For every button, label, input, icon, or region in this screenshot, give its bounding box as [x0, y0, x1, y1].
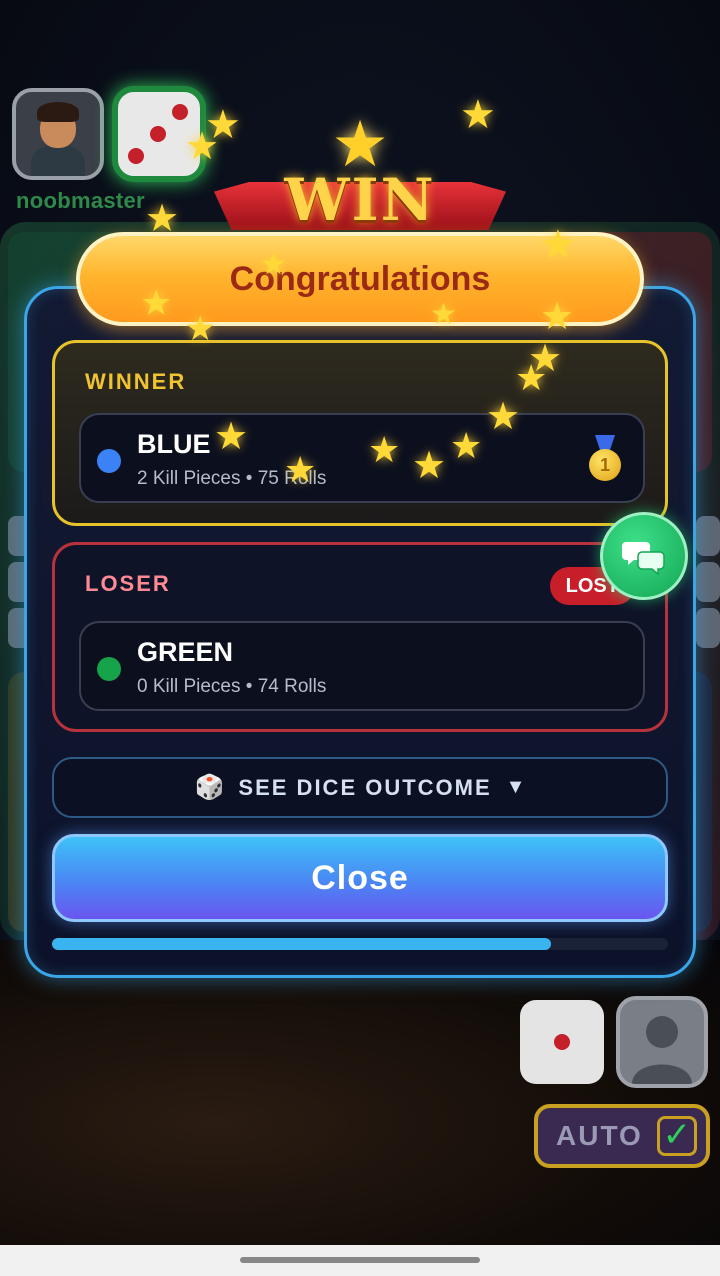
avatar-illustration: [29, 98, 87, 176]
chat-bubbles-icon: [622, 542, 665, 576]
gold-medal-icon: 1: [585, 435, 625, 481]
bottom-player-dice[interactable]: [520, 1000, 604, 1084]
congratulations-banner: Congratulations: [76, 232, 644, 326]
board-side-tab: [696, 608, 720, 648]
board-side-tab: [696, 516, 720, 556]
auto-close-progress: [52, 938, 668, 950]
ground-background: [0, 940, 720, 1245]
top-player-avatar[interactable]: [12, 88, 104, 180]
congratulations-title: Congratulations: [229, 259, 491, 298]
dice-outcome-label: SEE DICE OUTCOME: [238, 774, 492, 800]
close-label: Close: [311, 858, 409, 897]
crown-icon: ★: [331, 108, 389, 180]
home-gesture-handle[interactable]: [240, 1257, 480, 1263]
bottom-player-avatar[interactable]: [616, 996, 708, 1088]
check-icon: ✓: [656, 1116, 697, 1156]
dice-pip: [172, 104, 188, 120]
loser-color-name: GREEN: [137, 637, 234, 667]
win-badge: ★ WIN: [214, 108, 506, 234]
auto-label: AUTO: [556, 1120, 643, 1151]
blue-color-dot: [97, 449, 121, 473]
triangle-down-icon: ▼: [505, 776, 526, 798]
dice-pip: [554, 1034, 570, 1050]
dice-pip: [128, 148, 144, 164]
loser-card: LOSER LOST GREEN 0 Kill Pieces • 74 Roll…: [52, 542, 668, 732]
auto-play-toggle[interactable]: AUTO ✓: [534, 1104, 710, 1168]
dice-pip: [150, 126, 166, 142]
auto-close-progress-fill: [52, 938, 551, 950]
loser-heading: LOSER: [85, 571, 171, 596]
winner-color-name: BLUE: [137, 429, 211, 459]
winner-heading: WINNER: [85, 369, 187, 394]
dice-icon: 🎲: [194, 774, 225, 801]
close-button[interactable]: Close: [52, 834, 668, 922]
loser-stats: 0 Kill Pieces • 74 Rolls: [137, 676, 327, 697]
system-navigation-bar: [0, 1245, 720, 1276]
winner-card: WINNER BLUE 2 Kill Pieces • 75 Rolls 1: [52, 340, 668, 526]
board-side-tab: [696, 562, 720, 602]
top-player-dice[interactable]: [112, 86, 206, 182]
green-color-dot: [97, 657, 121, 681]
see-dice-outcome-button[interactable]: 🎲 SEE DICE OUTCOME ▼: [52, 757, 668, 818]
top-player-name: noobmaster: [16, 188, 145, 213]
loser-player-row: GREEN 0 Kill Pieces • 74 Rolls: [79, 621, 645, 711]
chat-button[interactable]: [600, 512, 688, 600]
user-silhouette-icon: [632, 1016, 692, 1084]
win-text: WIN: [284, 166, 436, 234]
winner-stats: 2 Kill Pieces • 75 Rolls: [137, 468, 327, 489]
winner-player-row: BLUE 2 Kill Pieces • 75 Rolls 1: [79, 413, 645, 503]
